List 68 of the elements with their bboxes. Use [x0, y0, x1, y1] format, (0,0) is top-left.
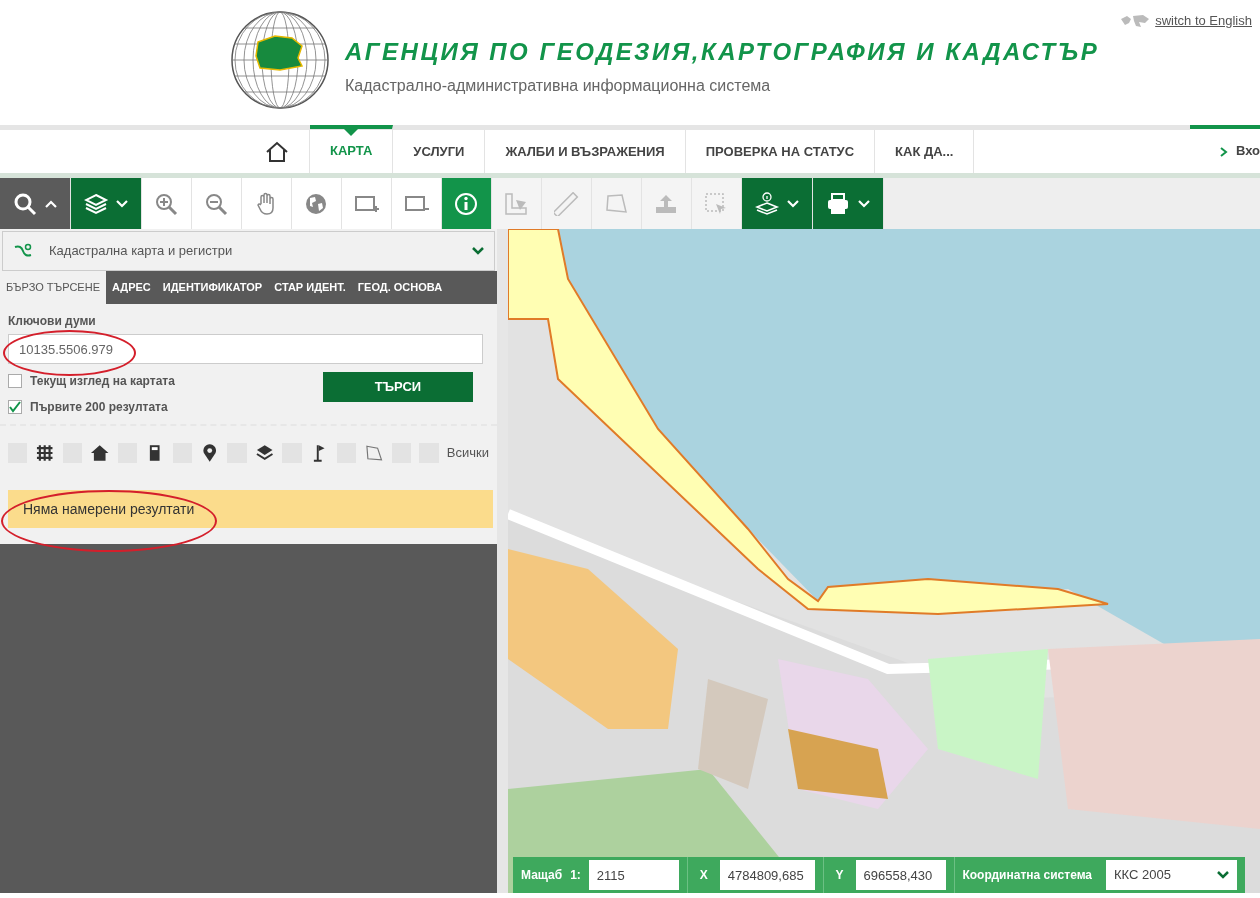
world-map-icon — [1119, 12, 1152, 29]
search-tab[interactable]: АДРЕС — [106, 271, 157, 304]
toolbar-button[interactable] — [813, 178, 884, 229]
y-coordinate-field[interactable]: 696558,430 — [855, 860, 946, 890]
field-label: Ключови думи — [8, 313, 97, 330]
layers-info-icon — [755, 191, 781, 216]
crs-label: Координатна система — [962, 867, 1093, 884]
chevron-down-icon — [472, 247, 484, 255]
chevron-down-icon — [858, 199, 870, 208]
agency-title: АГЕНЦИЯ ПО ГЕОДЕЗИЯ,КАРТОГРАФИЯ И КАДАСТЪР — [345, 37, 1100, 67]
search-icon — [13, 191, 39, 216]
search-tab[interactable]: ИДЕНТИФИКАТОР — [156, 271, 269, 304]
nav-tab[interactable]: ЖАЛБИ И ВЪЗРАЖЕНИЯ — [485, 130, 686, 173]
home-icon — [265, 140, 289, 163]
toolbar-button[interactable] — [342, 178, 392, 229]
route-icon — [13, 243, 33, 259]
search-button[interactable]: ТЪРСИ — [323, 372, 473, 402]
checkbox-label: Текущ изглед на картата — [30, 373, 175, 390]
all-label: Всички — [446, 444, 489, 463]
zoom-in-icon — [153, 191, 180, 216]
chevron-icon — [1220, 146, 1229, 157]
toolbar-button[interactable] — [292, 178, 342, 229]
chevron-down-icon — [116, 199, 128, 208]
toolbar-button[interactable] — [0, 178, 71, 229]
checkbox-label: Първите 200 резултата — [30, 399, 168, 416]
splitter-bar[interactable] — [497, 229, 508, 893]
search-tab[interactable]: ГЕОД. ОСНОВА — [351, 271, 449, 304]
globe-logo-icon — [230, 10, 330, 110]
toolbar-button[interactable] — [442, 178, 492, 229]
x-label: X — [698, 867, 709, 884]
no-results-message: Няма намерени резултати — [8, 490, 493, 528]
ruler-area-icon — [503, 191, 530, 216]
language-link[interactable]: switch to English — [1119, 11, 1252, 31]
search-tab[interactable]: БЪРЗО ТЪРСЕНЕ — [0, 271, 106, 304]
nav-tab[interactable]: КАК ДА... — [875, 130, 975, 173]
toolbar-button[interactable] — [142, 178, 192, 229]
checkbox[interactable] — [8, 400, 22, 414]
chevron-up-icon — [45, 199, 57, 208]
toolbar-button[interactable] — [192, 178, 242, 229]
chevron-down-icon — [1217, 871, 1229, 879]
system-subtitle: Кадастрално-административна информационна система — [345, 76, 771, 96]
toolbar-button[interactable] — [742, 178, 813, 229]
scale-label: Мащаб — [521, 867, 563, 884]
nav-tab[interactable]: ПРОВЕРКА НА СТАТУС — [685, 130, 876, 173]
house-icon — [90, 443, 110, 463]
checkbox[interactable] — [8, 374, 22, 388]
keywords-input[interactable]: 10135.5506.979 — [8, 334, 483, 364]
ruler-icon — [553, 191, 580, 216]
check-icon — [9, 401, 21, 413]
toolbar-button[interactable] — [71, 178, 142, 229]
polygon-icon — [364, 443, 384, 463]
zoom-out-icon — [203, 191, 230, 216]
toolbar-button[interactable] — [392, 178, 442, 229]
x-coordinate-field[interactable]: 4784809,685 — [719, 860, 815, 890]
nav-tab[interactable]: УСЛУГИ — [393, 130, 486, 173]
scale-field[interactable]: 2115 — [588, 860, 679, 890]
crs-select[interactable]: ККС 2005 — [1106, 860, 1237, 890]
chevron-down-icon — [787, 199, 799, 208]
layers-icon — [254, 443, 275, 463]
y-label: Y — [834, 867, 845, 884]
info-icon — [453, 191, 480, 216]
scale-prefix: 1: — [570, 867, 581, 884]
layers-icon — [84, 191, 110, 216]
polygon-icon — [603, 191, 630, 216]
grid-icon — [35, 443, 55, 463]
search-tab[interactable]: СТАР ИДЕНТ. — [268, 271, 352, 304]
nav-tab[interactable]: КАРТА — [310, 125, 394, 173]
layer-select[interactable]: Кадастрална карта и регистри — [2, 231, 495, 271]
